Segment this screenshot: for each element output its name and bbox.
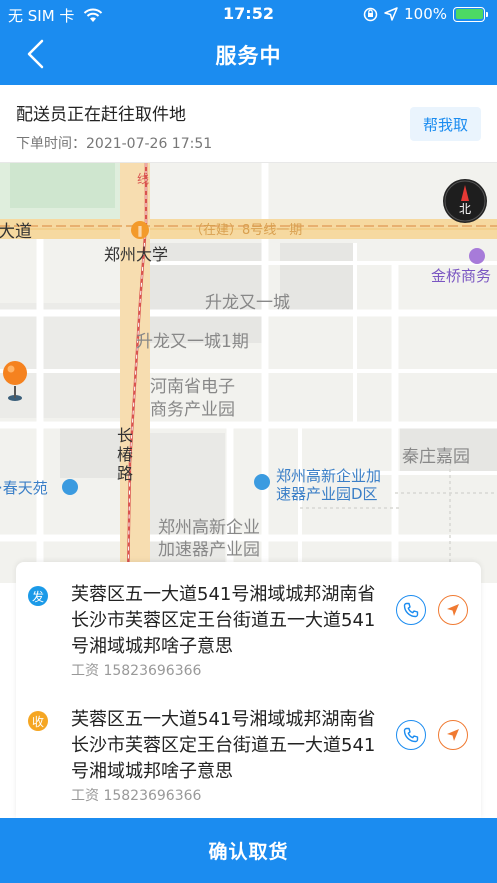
send-call-button[interactable] [396, 595, 426, 625]
navigation-arrow-icon [447, 604, 459, 616]
phone-icon [403, 727, 419, 743]
map-label-metro: （在建）8号线一期 [190, 223, 302, 238]
top-bar: 无 SIM 卡 17:52 100% 服务中 [0, 0, 497, 85]
send-contact: 工资 15823696366 [71, 663, 202, 679]
receive-contact: 工资 15823696366 [71, 788, 202, 804]
compass-icon[interactable]: 北 [443, 179, 487, 223]
map-label-shenglong-1: 升龙又一城1期 [136, 332, 249, 352]
page-title: 服务中 [215, 44, 282, 68]
map-label-changchun-2: 椿 [117, 445, 133, 464]
send-address-text: 芙蓉区五一大道541号湘域城邦湖南省长沙市芙蓉区定王台街道五一大道541号湘域城… [71, 584, 376, 657]
orientation-lock-icon [363, 7, 378, 21]
map-label-zhengzhou-area-1: 郑州高新企业 [158, 518, 260, 538]
map-label-henan-2: 商务产业园 [150, 400, 235, 420]
receive-address-text: 芙蓉区五一大道541号湘域城邦湖南省长沙市芙蓉区定王台街道五一大道541号湘域城… [71, 709, 376, 782]
map-label-changchun-3: 路 [117, 464, 133, 483]
map-label-zhengzhou-poi-1: 郑州高新企业加 [276, 467, 381, 485]
receive-badge: 收 [28, 711, 48, 731]
status-bar: 无 SIM 卡 17:52 100% [0, 0, 497, 28]
status-right: 100% [363, 5, 488, 23]
map-label-shenglong: 升龙又一城 [205, 293, 290, 313]
map-label-gold-bridge: 金桥商务 [431, 267, 491, 285]
receive-navigate-button[interactable] [438, 720, 468, 750]
order-time: 下单时间：2021-07-26 17:51 [16, 136, 213, 152]
location-pin-icon [3, 361, 27, 401]
phone-icon [403, 602, 419, 618]
compass-north-label: 北 [459, 202, 471, 216]
map-label-road-left: 大道 [0, 222, 32, 242]
svg-text:‖: ‖ [137, 224, 143, 237]
receive-call-button[interactable] [396, 720, 426, 750]
map-label-zhengzhou-poi-2: 速器产业园D区 [276, 485, 378, 503]
battery-percent: 100% [404, 5, 447, 23]
confirm-pickup-button[interactable]: 确认取货 [0, 818, 497, 883]
navigation-arrow-icon [447, 729, 459, 741]
order-info-panel: 配送员正在赶往取件地 下单时间：2021-07-26 17:51 帮我取 [0, 85, 497, 163]
map-label-qinzhuang: 秦庄嘉园 [402, 447, 470, 467]
address-card: 发 芙蓉区五一大道541号湘域城邦湖南省长沙市芙蓉区定王台街道五一大道541号湘… [16, 562, 481, 818]
map-label-chuntian: ·春天苑 [0, 479, 48, 497]
help-me-pick-button[interactable]: 帮我取 [410, 107, 481, 141]
map-label-line-top: 线 [137, 172, 149, 186]
map-label-changchun-1: 长 [117, 426, 133, 445]
map-label-zhengzhou-area-2: 加速器产业园 [158, 540, 260, 560]
delivery-status-text: 配送员正在赶往取件地 [16, 105, 186, 125]
location-icon [384, 7, 398, 21]
battery-icon [453, 6, 488, 22]
send-badge: 发 [28, 586, 48, 606]
send-navigate-button[interactable] [438, 595, 468, 625]
map-canvas: ‖ 大道 （在建）8号线一期 线 郑州大学 金桥商务 升龙又一城 升龙又一城1期… [0, 163, 497, 583]
map-label-university: 郑州大学 [104, 245, 168, 264]
map-label-henan-1: 河南省电子 [150, 377, 235, 397]
map-view[interactable]: ‖ 大道 （在建）8号线一期 线 郑州大学 金桥商务 升龙又一城 升龙又一城1期… [0, 163, 497, 583]
